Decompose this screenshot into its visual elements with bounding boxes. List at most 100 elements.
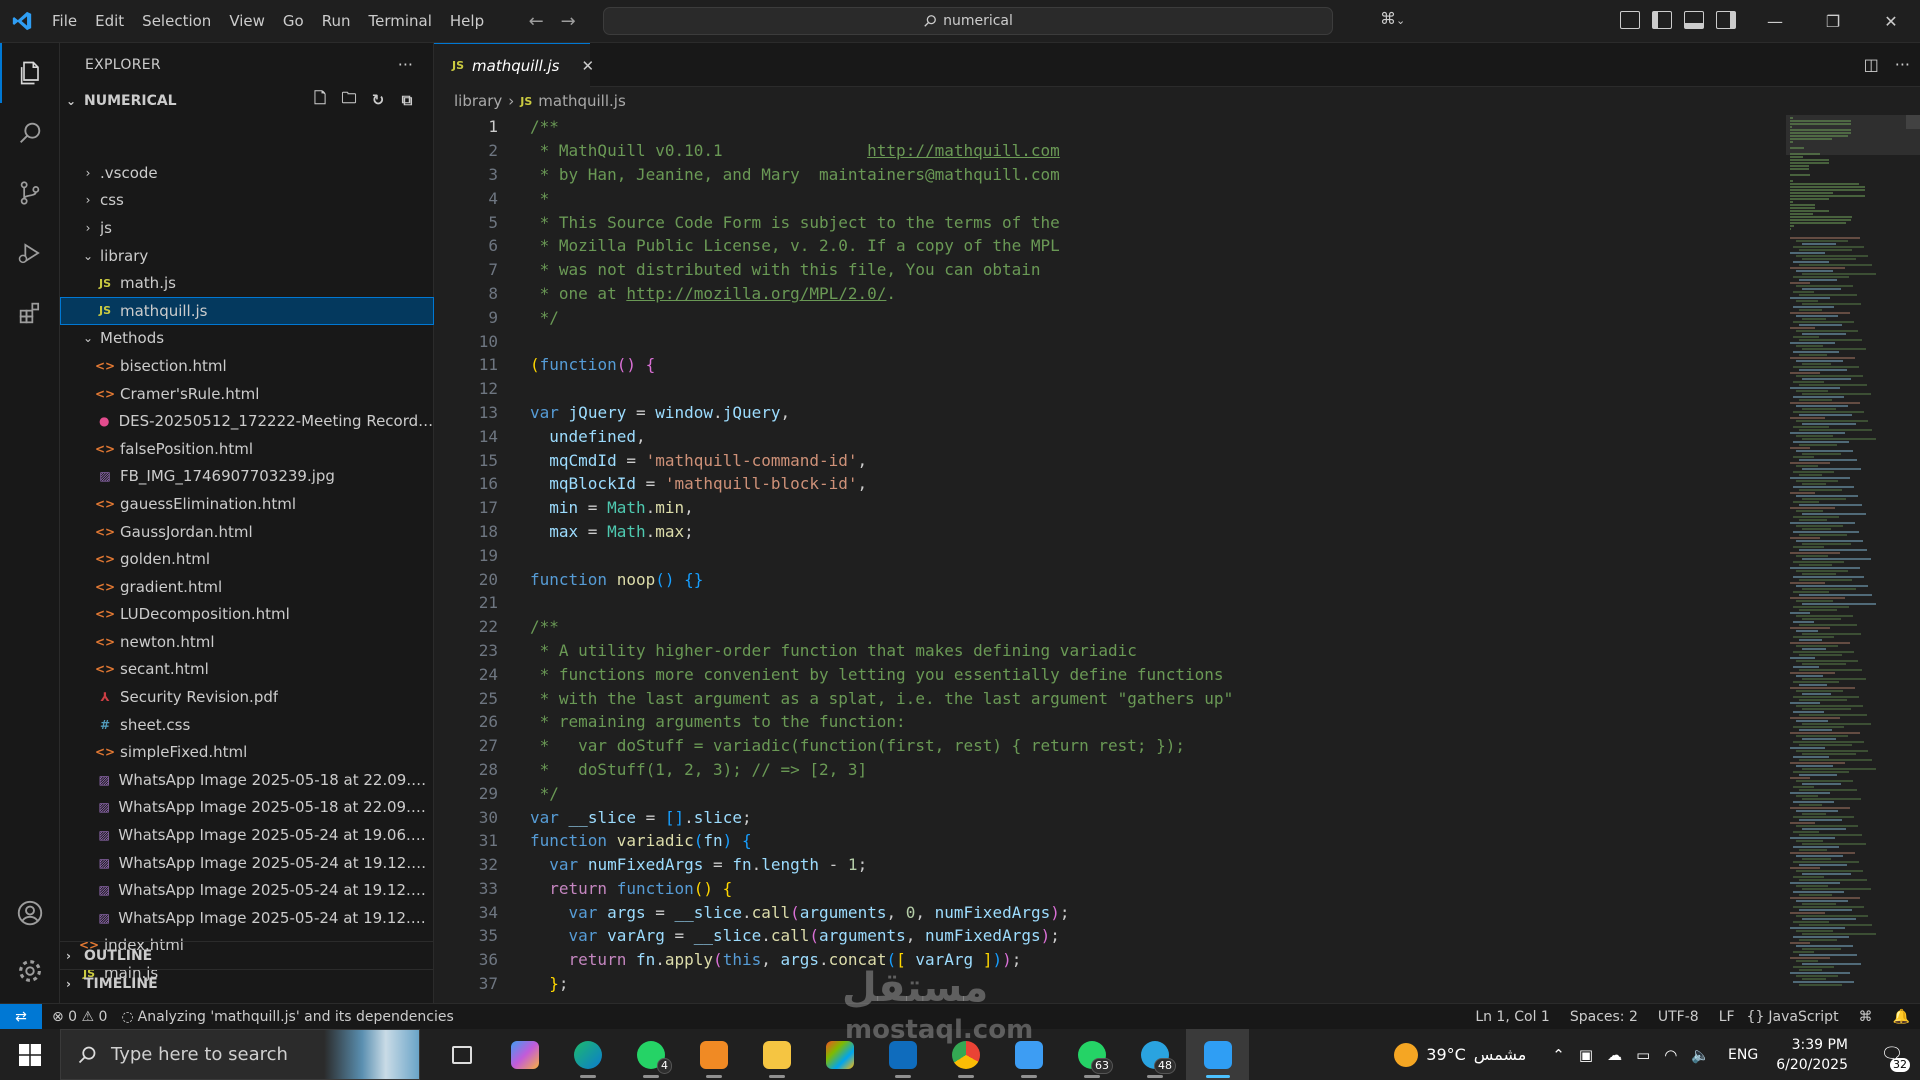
toggle-secondary-sidebar-icon[interactable] [1716, 11, 1736, 29]
vscode-logo-icon[interactable] [0, 0, 43, 43]
taskbar-search-input[interactable]: Type here to search [60, 1029, 420, 1080]
back-arrow-icon[interactable]: ← [525, 11, 547, 32]
copilot-status-icon[interactable]: ⌘ [1849, 1009, 1883, 1025]
language-mode[interactable]: JavaScript [1766, 1009, 1848, 1025]
file-item[interactable]: <> LUDecomposition.html [60, 601, 434, 629]
tab-mathquill-js[interactable]: JS mathquill.js ✕ [434, 43, 594, 87]
menu-item-terminal[interactable]: Terminal [360, 12, 441, 30]
file-item[interactable]: <> bisection.html [60, 352, 434, 380]
more-actions-icon[interactable]: ··· [1895, 55, 1910, 74]
gear-icon[interactable] [0, 941, 60, 1001]
file-item[interactable]: <> simpleFixed.html [60, 738, 434, 766]
file-item[interactable]: <> Cramer'sRule.html [60, 380, 434, 408]
accounts-icon[interactable] [0, 883, 60, 943]
input-language[interactable]: ENG [1728, 1047, 1758, 1063]
taskbar-app[interactable]: 63 [1060, 1029, 1123, 1080]
run-debug-icon[interactable] [0, 223, 60, 283]
taskbar-app[interactable]: 4 [619, 1029, 682, 1080]
maximize-icon[interactable]: ❐ [1804, 0, 1862, 43]
encoding[interactable]: UTF-8 [1648, 1009, 1709, 1025]
command-center[interactable]: numerical [603, 7, 1333, 35]
taskbar-app[interactable] [682, 1029, 745, 1080]
menu-item-selection[interactable]: Selection [133, 12, 220, 30]
timeline-panel-header[interactable]: › TIMELINE [60, 969, 434, 997]
battery-icon[interactable]: ▭ [1636, 1046, 1650, 1064]
new-file-icon[interactable]: 🗋 [311, 89, 329, 109]
taskbar-app[interactable] [745, 1029, 808, 1080]
end-of-line[interactable]: LF [1709, 1009, 1745, 1025]
menu-item-run[interactable]: Run [313, 12, 360, 30]
volume-icon[interactable]: 🔈 [1691, 1046, 1710, 1064]
file-item[interactable]: ⅄ Security Revision.pdf [60, 683, 434, 711]
cloud-icon[interactable]: ☁ [1607, 1046, 1622, 1064]
editor-scrollbar[interactable] [1906, 115, 1920, 129]
problems-indicator[interactable]: ⊗ 0 ⚠ 0 [42, 1009, 117, 1025]
minimap[interactable] [1786, 115, 1920, 1000]
taskbar-app[interactable] [556, 1029, 619, 1080]
notification-center-icon[interactable]: 🗨 32 [1872, 1029, 1912, 1080]
folder-item[interactable]: ⌄ Methods [60, 325, 434, 353]
file-item[interactable]: JS math.js [60, 269, 434, 297]
extensions-icon[interactable] [0, 283, 60, 343]
windows-start-icon[interactable] [0, 1029, 60, 1080]
folder-item[interactable]: ⌄ library [60, 242, 434, 270]
file-item[interactable]: ▨ FB_IMG_1746907703239.jpg [60, 463, 434, 491]
file-item[interactable]: ▨ WhatsApp Image 2025-05-24 at 19.12.49_9… [60, 904, 434, 932]
file-item[interactable]: <> newton.html [60, 628, 434, 656]
file-item[interactable]: <> secant.html [60, 656, 434, 684]
split-editor-icon[interactable]: ◫ [1864, 55, 1879, 74]
more-actions-icon[interactable]: ··· [398, 55, 413, 74]
breadcrumb-folder[interactable]: library [454, 92, 502, 110]
menu-item-go[interactable]: Go [274, 12, 313, 30]
file-item[interactable]: ▨ WhatsApp Image 2025-05-24 at 19.12.47_f… [60, 849, 434, 877]
file-item[interactable]: # sheet.css [60, 711, 434, 739]
taskbar-app[interactable] [808, 1029, 871, 1080]
taskbar-app[interactable] [1186, 1029, 1249, 1080]
code-editor[interactable]: 1/** 2 * MathQuill v0.10.1 http://mathqui… [434, 115, 1784, 1000]
copilot-icon[interactable]: ⌘⌄ [1380, 9, 1405, 28]
new-folder-icon[interactable]: 🗀 [340, 89, 358, 109]
menu-item-file[interactable]: File [43, 12, 86, 30]
collapse-all-icon[interactable]: ⧉ [398, 91, 416, 109]
file-item[interactable]: ▨ WhatsApp Image 2025-05-18 at 22.09.15_c… [60, 794, 434, 822]
close-icon[interactable]: ✕ [582, 57, 595, 75]
toggle-primary-sidebar-icon[interactable] [1652, 11, 1672, 29]
taskbar-app[interactable] [430, 1029, 493, 1080]
forward-arrow-icon[interactable]: → [557, 11, 579, 32]
file-item[interactable]: JS mathquill.js [60, 296, 434, 325]
taskbar-app[interactable]: 48 [1123, 1029, 1186, 1080]
cursor-position[interactable]: Ln 1, Col 1 [1465, 1009, 1560, 1025]
outline-panel-header[interactable]: › OUTLINE [60, 941, 434, 969]
file-item[interactable]: <> gauessElimination.html [60, 490, 434, 518]
file-item[interactable]: ▨ WhatsApp Image 2025-05-24 at 19.06.53_6… [60, 821, 434, 849]
source-control-icon[interactable] [0, 163, 60, 223]
taskbar-app[interactable] [493, 1029, 556, 1080]
remote-indicator-icon[interactable]: ⇄ [0, 1003, 42, 1030]
minimize-icon[interactable]: — [1746, 0, 1804, 43]
folder-item[interactable]: › css [60, 187, 434, 215]
taskbar-app[interactable] [934, 1029, 997, 1080]
refresh-icon[interactable]: ↻ [369, 91, 387, 109]
clock[interactable]: 3:39 PM 6/20/2025 [1776, 1035, 1848, 1075]
folder-item[interactable]: › .vscode [60, 159, 434, 187]
file-item[interactable]: ▨ WhatsApp Image 2025-05-18 at 22.09.04_f… [60, 766, 434, 794]
close-window-icon[interactable]: ✕ [1862, 0, 1920, 43]
taskbar-app[interactable] [997, 1029, 1060, 1080]
folder-item[interactable]: › js [60, 214, 434, 242]
weather-widget[interactable]: 39°C مشمس [1394, 1042, 1526, 1067]
toggle-panel-icon[interactable] [1684, 11, 1704, 29]
file-item[interactable]: <> gradient.html [60, 573, 434, 601]
menu-item-edit[interactable]: Edit [86, 12, 133, 30]
taskbar-app[interactable] [871, 1029, 934, 1080]
menu-item-help[interactable]: Help [441, 12, 493, 30]
indentation[interactable]: Spaces: 2 [1560, 1009, 1648, 1025]
chevron-up-icon[interactable]: ⌃ [1552, 1046, 1565, 1064]
search-icon[interactable] [0, 103, 60, 163]
file-item[interactable]: ▨ WhatsApp Image 2025-05-24 at 19.12.48_e… [60, 876, 434, 904]
file-item[interactable]: <> GaussJordan.html [60, 518, 434, 546]
workspace-folder-header[interactable]: ⌄ NUMERICAL 🗋 🗀 ↻ ⧉ [60, 89, 434, 113]
file-item[interactable]: <> falsePosition.html [60, 435, 434, 463]
file-item[interactable]: ● DES-20250512_172222-Meeting Recording..… [60, 407, 434, 435]
file-item[interactable]: <> golden.html [60, 545, 434, 573]
breadcrumb-file[interactable]: mathquill.js [538, 92, 625, 110]
